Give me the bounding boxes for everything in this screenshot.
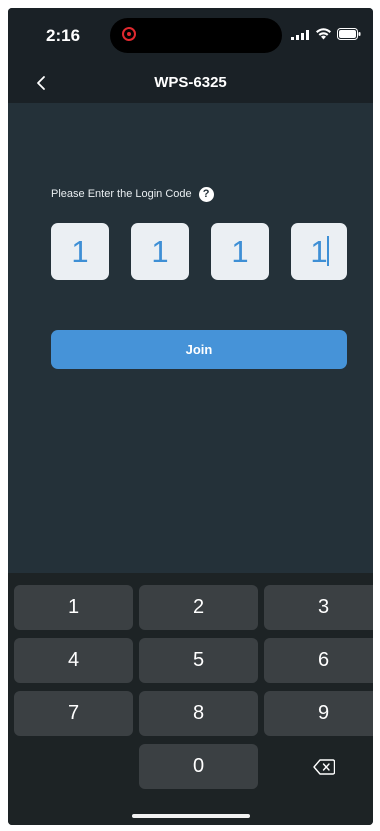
login-code-inputs: 1 1 1 1	[51, 223, 347, 281]
text-cursor	[327, 236, 329, 266]
key-3[interactable]: 3	[264, 585, 373, 630]
signal-icon	[291, 30, 309, 40]
recording-icon	[122, 27, 136, 41]
code-digit-4: 1	[310, 233, 328, 269]
key-9[interactable]: 9	[264, 691, 373, 736]
code-digit-4-wrapper[interactable]: 1	[291, 223, 347, 280]
code-digit-1[interactable]: 1	[51, 223, 109, 280]
phone-screen: 2:16 WPS-6325 Please Enter the Login Cod…	[8, 8, 373, 825]
key-2[interactable]: 2	[139, 585, 258, 630]
key-6[interactable]: 6	[264, 638, 373, 683]
key-8[interactable]: 8	[139, 691, 258, 736]
status-icons	[291, 26, 363, 42]
nav-bar: WPS-6325	[8, 63, 373, 103]
prompt-label: Please Enter the Login Code	[51, 188, 192, 200]
key-1[interactable]: 1	[14, 585, 133, 630]
key-0[interactable]: 0	[139, 744, 258, 789]
key-5[interactable]: 5	[139, 638, 258, 683]
question-circle-icon[interactable]: ?	[198, 186, 214, 202]
status-time: 2:16	[46, 26, 81, 45]
battery-icon	[337, 28, 361, 40]
wifi-icon	[316, 28, 331, 40]
key-7[interactable]: 7	[14, 691, 133, 736]
delete-key[interactable]	[264, 744, 373, 789]
home-indicator[interactable]	[132, 814, 250, 818]
code-digit-3[interactable]: 1	[211, 223, 269, 280]
page-title: WPS-6325	[154, 74, 227, 91]
backspace-icon	[312, 758, 335, 775]
status-bar: 2:16	[8, 8, 373, 63]
login-code-prompt: Please Enter the Login Code ?	[51, 185, 214, 203]
join-button[interactable]: Join	[51, 330, 347, 369]
dynamic-island	[110, 18, 282, 53]
numeric-keypad: 1 2 3 4 5 6 7 8 9 0	[8, 573, 373, 825]
code-digit-2[interactable]: 1	[131, 223, 189, 280]
login-code-panel: Please Enter the Login Code ? 1 1 1 1 Jo…	[8, 103, 373, 573]
key-4[interactable]: 4	[14, 638, 133, 683]
